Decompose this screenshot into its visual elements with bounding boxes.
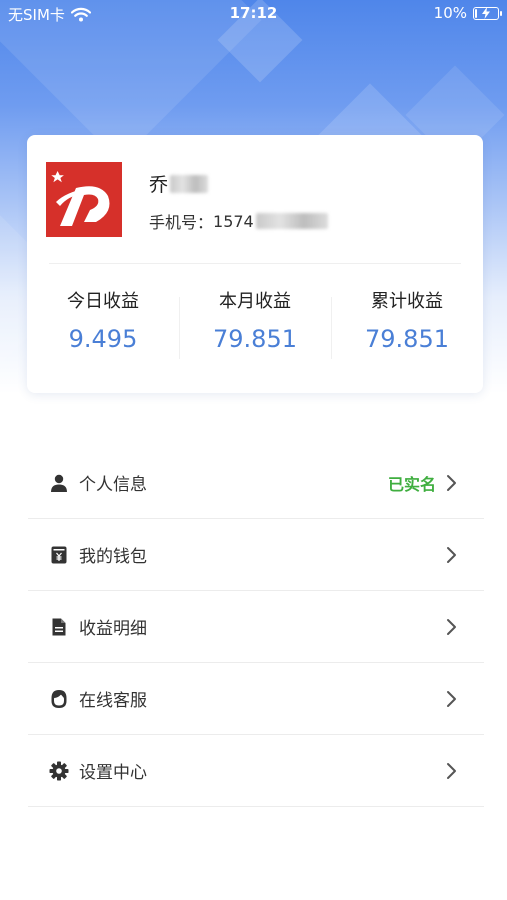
user-phone: 手机号： 1574 <box>149 209 328 233</box>
menu-item-wallet[interactable]: 我的钱包 <box>28 519 484 591</box>
stat-total: 累计收益 79.851 <box>331 287 483 359</box>
chevron-right-icon <box>447 474 456 491</box>
gear-icon <box>48 760 70 782</box>
battery-percent: 10% <box>433 4 467 22</box>
menu-list: 个人信息 已实名 我的钱包 收益明细 在线客服 设置中心 <box>28 447 484 807</box>
wallet-icon <box>48 544 70 566</box>
phone-label: 手机号： <box>149 213 214 232</box>
chevron-right-icon <box>447 690 456 707</box>
menu-label: 在线客服 <box>79 691 147 711</box>
menu-label: 设置中心 <box>79 763 147 783</box>
menu-item-settings[interactable]: 设置中心 <box>28 735 484 807</box>
card-divider <box>49 263 461 264</box>
person-icon <box>48 472 70 494</box>
chevron-right-icon <box>447 546 456 563</box>
stat-label: 本月收益 <box>219 291 291 312</box>
stat-value: 9.495 <box>68 325 138 353</box>
stat-label: 累计收益 <box>371 291 443 312</box>
customer-service-icon <box>48 688 70 710</box>
earnings-stats: 今日收益 9.495 本月收益 79.851 累计收益 79.851 <box>27 287 483 359</box>
menu-item-personal-info[interactable]: 个人信息 已实名 <box>28 447 484 519</box>
masked-name <box>170 174 209 193</box>
menu-item-earnings-detail[interactable]: 收益明细 <box>28 591 484 663</box>
menu-label: 个人信息 <box>79 475 147 495</box>
battery-level <box>475 8 477 18</box>
profile-card: 乔 手机号： 1574 今日收益 9.495 本月收益 79.851 累计收益 … <box>27 135 483 393</box>
menu-item-customer-service[interactable]: 在线客服 <box>28 663 484 735</box>
chevron-right-icon <box>447 618 456 635</box>
phone-number: 1574 <box>213 211 254 231</box>
status-right: 10% <box>433 4 502 22</box>
battery-charging-icon <box>473 6 502 20</box>
stat-value: 79.851 <box>213 325 297 353</box>
menu-label: 我的钱包 <box>79 547 147 567</box>
user-name: 乔 <box>149 170 209 197</box>
status-bar: 无SIM卡 17:12 10% <box>0 0 507 28</box>
status-time: 17:12 <box>229 4 278 22</box>
chevron-right-icon <box>447 762 456 779</box>
masked-phone <box>255 213 328 229</box>
stat-today: 今日收益 9.495 <box>27 287 179 353</box>
stat-label: 今日收益 <box>67 291 139 312</box>
stat-month: 本月收益 79.851 <box>179 287 331 359</box>
document-icon <box>48 616 70 638</box>
verified-status: 已实名 <box>387 474 436 494</box>
menu-label: 收益明细 <box>79 619 147 639</box>
user-name-text: 乔 <box>149 174 169 196</box>
app-logo <box>46 162 122 237</box>
stat-value: 79.851 <box>365 325 449 353</box>
